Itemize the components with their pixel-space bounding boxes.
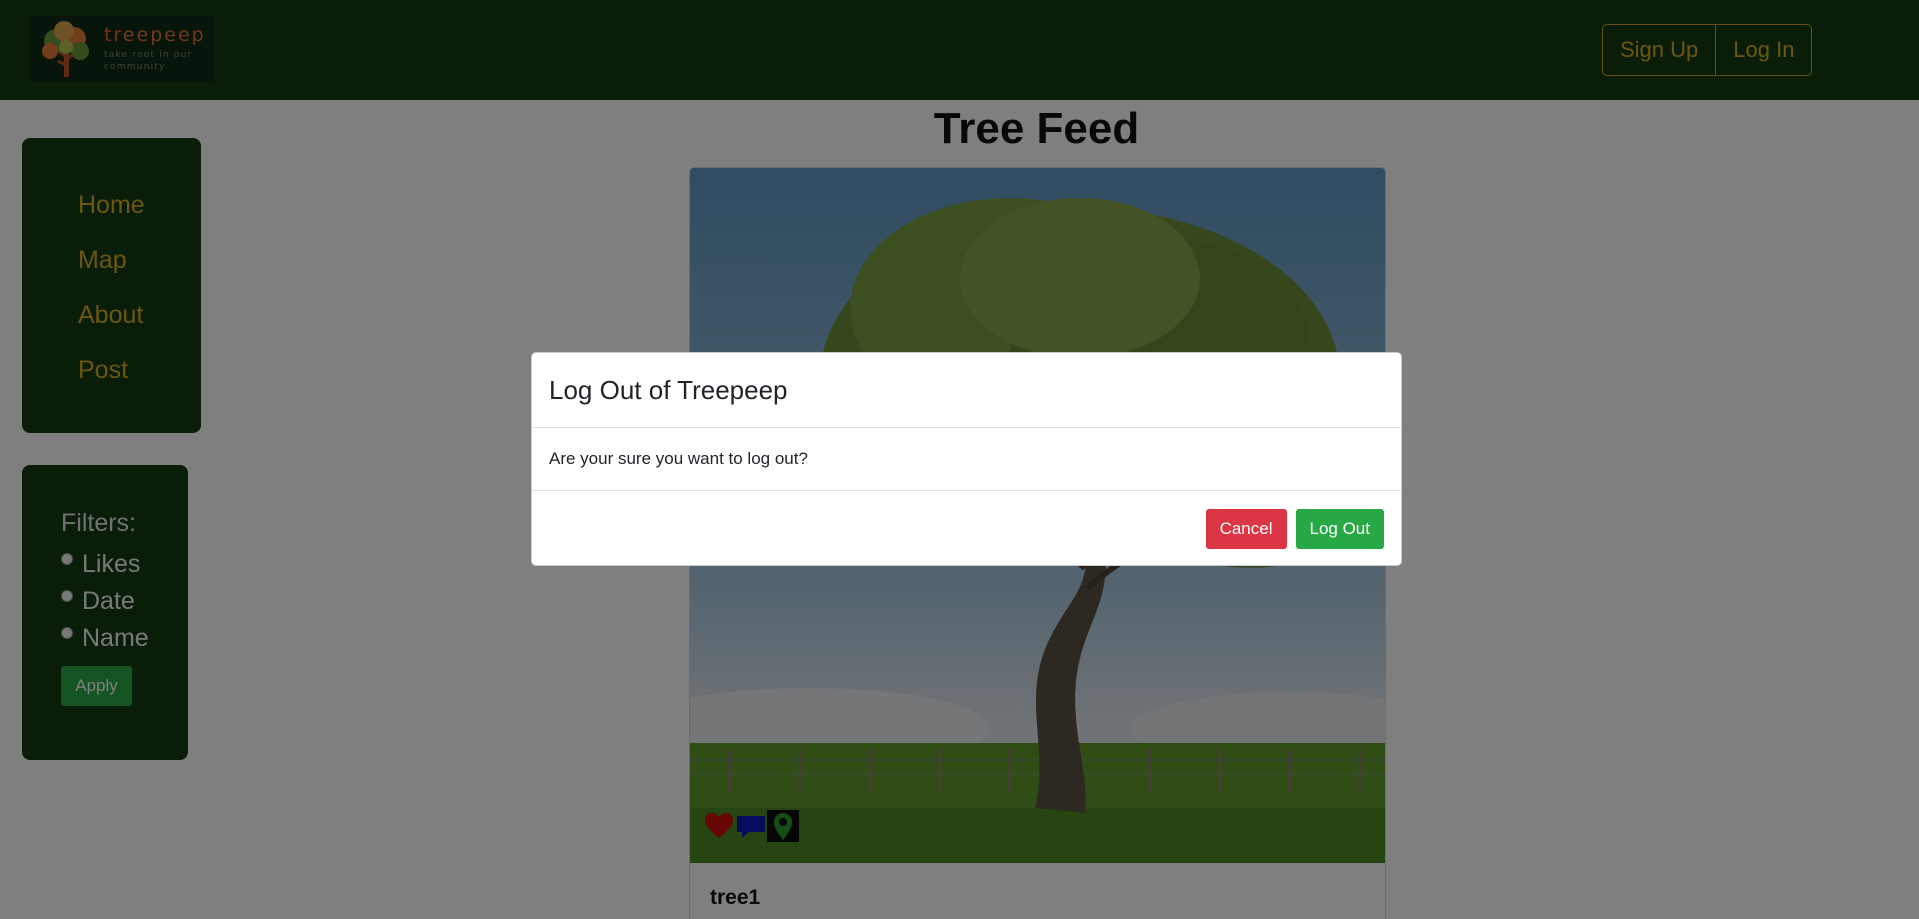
modal-title: Log Out of Treepeep	[549, 374, 788, 405]
modal-header: Log Out of Treepeep	[532, 353, 1401, 428]
modal-footer: Cancel Log Out	[532, 491, 1401, 566]
logout-modal: Log Out of Treepeep Are your sure you wa…	[531, 352, 1402, 566]
confirm-logout-button[interactable]: Log Out	[1295, 508, 1384, 549]
modal-message: Are your sure you want to log out?	[532, 428, 1401, 491]
cancel-button[interactable]: Cancel	[1205, 508, 1287, 549]
